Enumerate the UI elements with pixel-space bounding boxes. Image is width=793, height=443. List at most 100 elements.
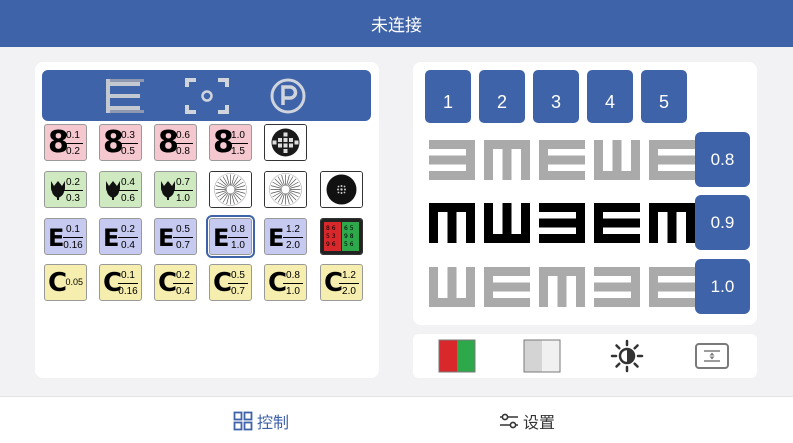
tile-acuity-range: 1.2 2.0 (283, 222, 303, 253)
tumbling-e-optotype (539, 140, 585, 180)
acuity-button[interactable]: 1.0 (695, 259, 750, 314)
tile-acuity-bottom: 1.0 (176, 193, 190, 204)
tab-settings[interactable]: 设置 (499, 397, 555, 443)
tile-acuity-top: 0.7 (173, 175, 193, 191)
tile-acuity-bottom: 0.7 (176, 240, 190, 251)
sliders-icon (500, 413, 518, 428)
chart-tile[interactable]: C 0.05 (44, 264, 87, 301)
tile-acuity-range: 0.1 0.16 (118, 268, 138, 299)
tile-acuity-range: 0.6 0.8 (173, 128, 193, 159)
projector-icon (185, 77, 229, 114)
mode-polarized-button[interactable] (248, 70, 328, 121)
adjust-button[interactable] (692, 339, 732, 373)
tile-acuity-value: 0.05 (65, 277, 83, 287)
tile-acuity-top: 0.4 (118, 175, 138, 191)
tile-glyph: E (268, 224, 285, 252)
tumbling-e-optotype (594, 140, 640, 180)
tile-acuity-top: 0.2 (118, 222, 138, 238)
chart-tile[interactable]: C 0.8 1.0 (264, 264, 307, 301)
tile-acuity-range: 0.5 0.7 (228, 268, 248, 299)
chart-tile[interactable] (264, 124, 307, 161)
tile-acuity-top: 1.2 (283, 222, 303, 238)
line-button[interactable]: 4 (587, 70, 633, 123)
tile-acuity-range: 0.8 1.0 (228, 222, 248, 253)
tile-acuity-bottom: 2.0 (286, 240, 300, 251)
acuity-button[interactable]: 0.9 (695, 195, 750, 250)
tile-glyph: C (48, 268, 68, 298)
tile-acuity-top: 0.5 (173, 222, 193, 238)
chart-tile[interactable]: E 0.5 0.7 (154, 218, 197, 255)
connection-status-title: 未连接 (371, 16, 422, 36)
chart-tile[interactable]: 8 0.1 0.2 (44, 124, 87, 161)
chart-tile[interactable] (209, 171, 252, 208)
tile-acuity-bottom: 0.8 (176, 146, 190, 157)
e-chart-icon (106, 78, 144, 113)
svg-text:5 3: 5 3 (326, 233, 336, 240)
tile-acuity-range: 0.1 0.16 (63, 222, 83, 253)
chart-tile[interactable]: 8 1.0 1.5 (209, 124, 252, 161)
svg-text:9 8: 9 8 (344, 233, 354, 240)
tile-acuity-bottom: 0.16 (63, 240, 83, 251)
chart-tile[interactable] (320, 171, 363, 208)
chart-tile[interactable]: C 1.2 2.0 (320, 264, 363, 301)
brightness-button[interactable] (607, 339, 647, 373)
tile-acuity-top: 0.2 (63, 175, 83, 191)
tile-acuity-bottom: 0.16 (118, 286, 138, 297)
tumbling-e-optotype (649, 140, 695, 180)
chart-tile[interactable]: E 0.1 0.16 (44, 218, 87, 255)
tile-acuity-range: 0.2 0.3 (63, 175, 83, 206)
red-green-button[interactable] (437, 339, 477, 373)
tile-acuity-range: 0.8 1.0 (283, 268, 303, 299)
cross-grid-icon (265, 125, 306, 160)
chart-tile[interactable]: 0.4 0.6 (99, 171, 142, 208)
bottom-nav: 控制 设置 (0, 396, 793, 443)
svg-text:8 6: 8 6 (326, 225, 336, 232)
tile-acuity-top: 0.1 (118, 268, 138, 284)
app-header: 未连接 (0, 0, 793, 47)
chart-tile[interactable]: 8 6 6 5 5 3 9 8 9 6 5 6 (320, 218, 363, 255)
tile-acuity-range: 0.4 0.6 (118, 175, 138, 206)
chart-selection-panel: 8 0.1 0.2 8 0.3 0.5 8 0.6 0.8 8 1.0 1.5 0.2 0.3 0.4 0.6… (35, 62, 379, 378)
chart-tile[interactable]: E 0.8 1.0 (206, 215, 255, 258)
chart-tile[interactable] (264, 171, 307, 208)
line-button[interactable]: 2 (479, 70, 525, 123)
chart-tile[interactable]: C 0.2 0.4 (154, 264, 197, 301)
polarized-icon (270, 78, 306, 113)
mode-projector-button[interactable] (167, 70, 247, 121)
chart-tile[interactable]: 0.2 0.3 (44, 171, 87, 208)
tumbling-e-optotype (484, 267, 530, 307)
tile-acuity-top: 0.8 (283, 268, 303, 284)
tile-acuity-range: 0.3 0.5 (118, 128, 138, 159)
tile-acuity-top: 1.0 (228, 128, 248, 144)
tile-acuity-bottom: 0.7 (231, 286, 245, 297)
line-button[interactable]: 1 (425, 70, 471, 123)
tile-acuity-range: 1.0 1.5 (228, 128, 248, 159)
gray-split-button[interactable] (522, 339, 562, 373)
chart-tile[interactable]: 0.7 1.0 (154, 171, 197, 208)
optotype-preview-panel: 12345 0.8 0.9 1.0 (413, 62, 757, 325)
tile-acuity-bottom: 0.5 (121, 146, 135, 157)
tile-glyph: E (103, 224, 120, 252)
tab-control[interactable]: 控制 (233, 397, 289, 443)
tile-glyph: E (213, 224, 230, 252)
tumbling-e-optotype (539, 267, 585, 307)
tile-acuity-bottom: 1.0 (231, 240, 245, 251)
tumbling-e-optotype (594, 267, 640, 307)
mode-e-chart-button[interactable] (85, 70, 165, 121)
chart-tile[interactable]: 8 0.3 0.5 (99, 124, 142, 161)
tile-acuity-bottom: 1.0 (286, 286, 300, 297)
chart-tile[interactable]: 8 0.6 0.8 (154, 124, 197, 161)
red-green-test-icon: 8 6 6 5 5 3 9 8 9 6 5 6 (321, 219, 362, 254)
chart-tile[interactable]: C 0.5 0.7 (209, 264, 252, 301)
chart-tile[interactable]: E 1.2 2.0 (264, 218, 307, 255)
chart-tile[interactable]: E 0.2 0.4 (99, 218, 142, 255)
chart-tile[interactable]: C 0.1 0.16 (99, 264, 142, 301)
tile-acuity-top: 1.2 (339, 268, 359, 284)
acuity-button[interactable]: 0.8 (695, 132, 750, 187)
line-button[interactable]: 5 (641, 70, 687, 123)
tile-acuity-range: 0.5 0.7 (173, 222, 193, 253)
tile-acuity-bottom: 0.4 (121, 240, 135, 251)
line-button[interactable]: 3 (533, 70, 579, 123)
tile-acuity-top: 0.6 (173, 128, 193, 144)
svg-text:5 6: 5 6 (344, 241, 354, 248)
